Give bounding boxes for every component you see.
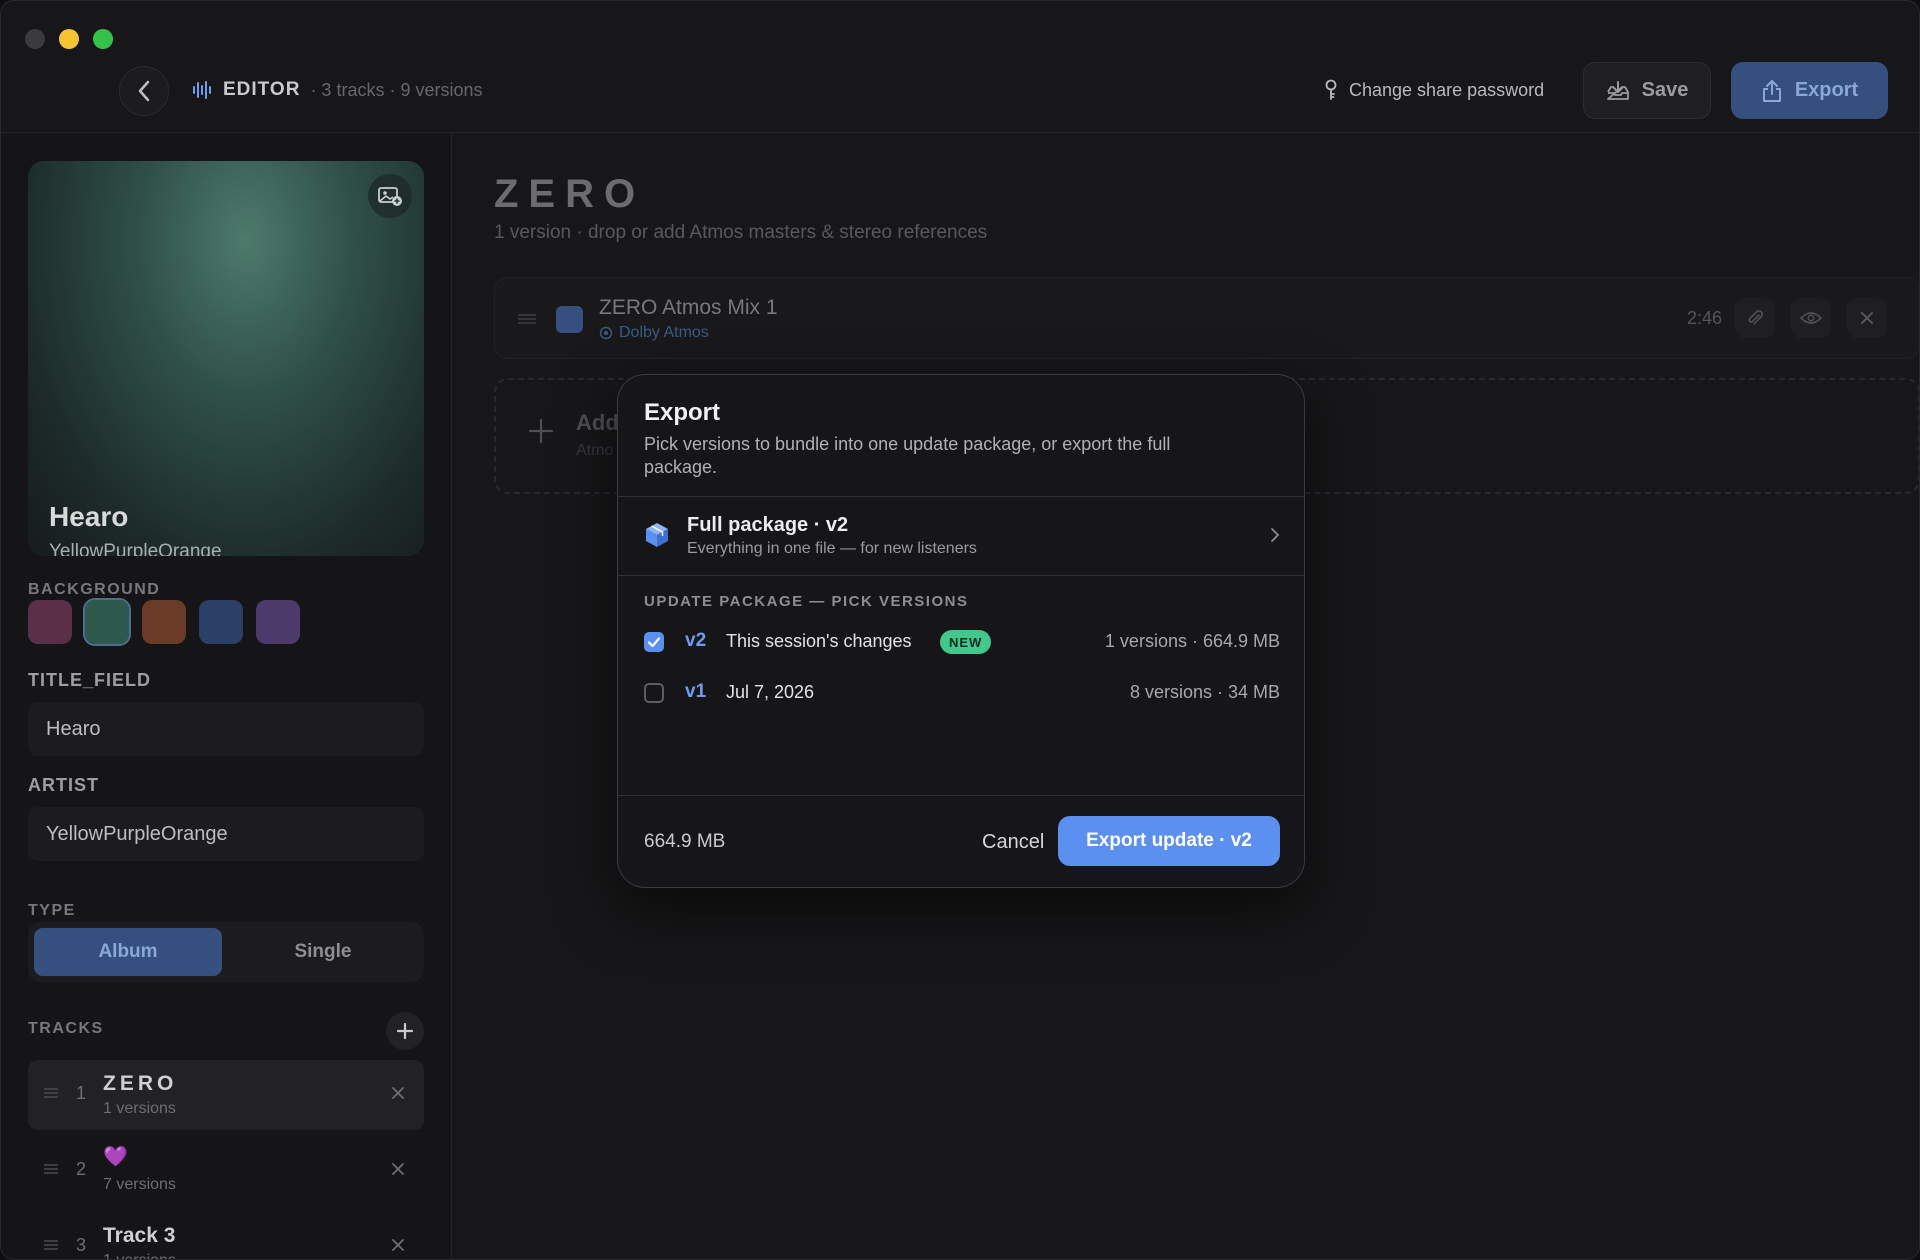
version-label: This session's changes xyxy=(726,631,912,651)
export-update-button[interactable]: Export update · v2 xyxy=(1058,816,1280,866)
dialog-title: Export xyxy=(644,399,721,426)
export-dialog: Export Pick versions to bundle into one … xyxy=(617,374,1305,888)
update-package-label: UPDATE PACKAGE — PICK VERSIONS xyxy=(644,593,969,610)
package-icon xyxy=(646,523,668,547)
version-row-v2[interactable]: v2 This session's changes NEW 1 versions… xyxy=(644,625,1280,659)
full-package-option[interactable]: Full package · v2 Everything in one file… xyxy=(618,497,1304,575)
chevron-right-icon xyxy=(1271,528,1279,542)
version-label: Jul 7, 2026 xyxy=(726,682,815,702)
version-row-v1[interactable]: v1 Jul 7, 2026 8 versions · 34 MB xyxy=(644,676,1280,710)
dialog-description: Pick versions to bundle into one update … xyxy=(644,434,1171,477)
app-window: EDITOR · 3 tracks · 9 versions Change sh… xyxy=(0,0,1920,1260)
version-checkbox[interactable] xyxy=(644,632,664,652)
version-tag: v1 xyxy=(685,681,707,702)
divider xyxy=(618,575,1304,576)
total-size: 664.9 MB xyxy=(644,831,726,852)
version-checkbox[interactable] xyxy=(644,683,664,703)
modal-overlay: Export Pick versions to bundle into one … xyxy=(1,1,1919,1259)
version-meta: 8 versions · 34 MB xyxy=(1129,682,1280,702)
checkmark-icon xyxy=(647,637,661,648)
dialog-footer: 664.9 MB Cancel Export update · v2 xyxy=(618,795,1304,887)
version-tag: v2 xyxy=(685,630,707,651)
full-package-title: Full package · v2 xyxy=(687,514,849,536)
version-meta: 1 versions · 664.9 MB xyxy=(1104,631,1280,651)
full-package-subtitle: Everything in one file — for new listene… xyxy=(687,540,977,557)
cancel-button[interactable]: Cancel xyxy=(982,831,1044,854)
new-badge: NEW xyxy=(940,630,992,654)
